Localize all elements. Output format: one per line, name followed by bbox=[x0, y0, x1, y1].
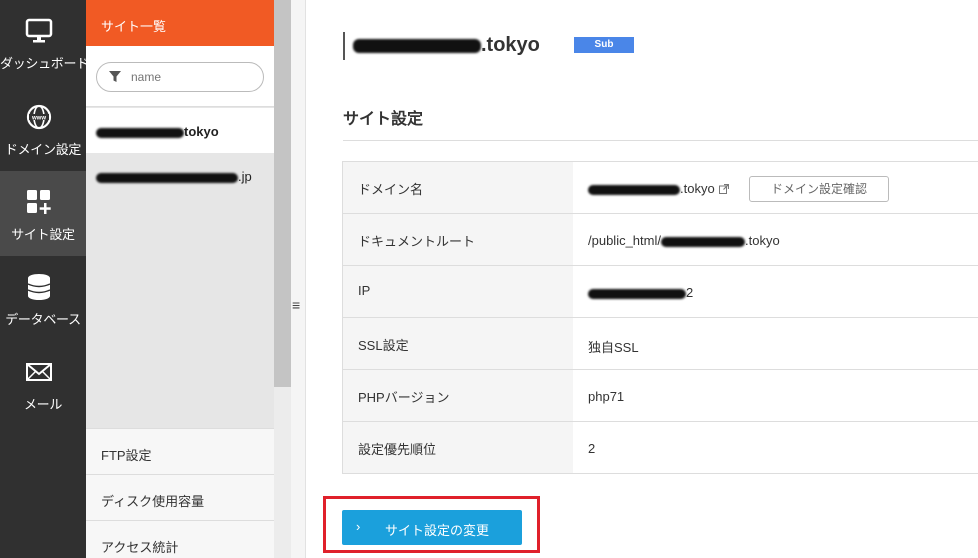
table-row: SSL設定 独自SSL bbox=[342, 318, 978, 370]
site-item-label: .jp bbox=[238, 169, 252, 184]
change-site-settings-button[interactable]: › サイト設定の変更 bbox=[342, 510, 522, 545]
nav-label: ダッシュボード bbox=[0, 56, 89, 71]
envelope-icon bbox=[26, 363, 52, 381]
nav-label: ドメイン設定 bbox=[4, 142, 82, 157]
row-key: ドキュメントルート bbox=[342, 214, 573, 265]
domain-settings-confirm-button[interactable]: ドメイン設定確認 bbox=[749, 176, 889, 202]
site-search-box[interactable] bbox=[96, 62, 264, 92]
nav-item-site-settings[interactable]: サイト設定 bbox=[0, 171, 86, 256]
ip-value: 2 bbox=[686, 285, 694, 300]
grid-plus-icon bbox=[27, 190, 51, 214]
site-search-area bbox=[86, 46, 274, 107]
nav-label: サイト設定 bbox=[11, 227, 75, 242]
row-key: PHPバージョン bbox=[342, 370, 573, 421]
database-icon bbox=[27, 274, 51, 300]
document-root-prefix: /public_html/ bbox=[588, 233, 661, 248]
row-value: .tokyo ドメイン設定確認 bbox=[573, 162, 978, 213]
monitor-icon bbox=[25, 18, 53, 43]
redacted-text bbox=[96, 172, 238, 183]
globe-icon: www bbox=[26, 104, 52, 130]
scrollbar-thumb[interactable] bbox=[274, 0, 291, 387]
section-divider bbox=[343, 140, 978, 141]
row-key: SSL設定 bbox=[342, 318, 573, 369]
redacted-text bbox=[96, 127, 184, 138]
nav-item-database[interactable]: データベース bbox=[0, 256, 86, 341]
section-title: サイト設定 bbox=[343, 111, 424, 128]
redacted-text bbox=[353, 38, 481, 53]
table-row: IP 2 bbox=[342, 266, 978, 318]
row-key: IP bbox=[342, 266, 573, 317]
nav-label: データベース bbox=[5, 312, 81, 327]
panel-splitter[interactable]: ≡ bbox=[291, 0, 306, 558]
svg-text:www: www bbox=[31, 116, 46, 122]
redacted-text bbox=[588, 184, 680, 195]
site-list-scrollbar[interactable] bbox=[274, 0, 291, 558]
submenu-item-ftp-settings[interactable]: FTP設定 bbox=[86, 428, 274, 474]
site-submenu: FTP設定 ディスク使用容量 アクセス統計 bbox=[86, 428, 274, 558]
site-list-panel: サイト一覧 tokyo .jp FTP設定 ディスク使用容量 アクセス統計 bbox=[86, 0, 274, 558]
change-site-settings-label: サイト設定の変更 bbox=[385, 523, 490, 538]
redacted-text bbox=[588, 288, 686, 299]
nav-item-mail[interactable]: メール bbox=[0, 341, 86, 426]
nav-item-dashboard[interactable]: ダッシュボード bbox=[0, 0, 89, 85]
redacted-text bbox=[660, 236, 745, 247]
document-root-suffix: .tokyo bbox=[744, 233, 780, 248]
site-item[interactable]: tokyo bbox=[86, 108, 274, 153]
domain-name-value: .tokyo bbox=[680, 181, 715, 196]
site-settings-table: ドメイン名 .tokyo ドメイン設定確認 ドキュメントルート /public_… bbox=[342, 161, 978, 474]
submenu-item-access-stats[interactable]: アクセス統計 bbox=[86, 520, 274, 558]
sub-badge: Sub bbox=[574, 37, 634, 53]
row-key: 設定優先順位 bbox=[342, 422, 573, 473]
row-value: 2 bbox=[573, 266, 978, 317]
page-title: .tokyo bbox=[343, 32, 540, 60]
chevron-right-icon: › bbox=[356, 519, 361, 534]
external-link-icon[interactable] bbox=[718, 184, 729, 194]
site-search-input[interactable] bbox=[131, 69, 251, 85]
row-value: /public_html/ .tokyo bbox=[573, 214, 978, 265]
main-nav: ダッシュボード www ドメイン設定 サイト設定 データベース メール bbox=[0, 0, 89, 558]
table-row: ドキュメントルート /public_html/ .tokyo bbox=[342, 214, 978, 266]
site-item-label: tokyo bbox=[184, 124, 219, 139]
submenu-item-disk-usage[interactable]: ディスク使用容量 bbox=[86, 474, 274, 520]
nav-label: メール bbox=[23, 397, 63, 412]
ssl-value: 独自SSL bbox=[588, 340, 639, 355]
site-item[interactable]: .jp bbox=[86, 153, 274, 198]
table-row: 設定優先順位 2 bbox=[342, 422, 978, 474]
page-title-suffix: .tokyo bbox=[481, 34, 540, 56]
filter-icon bbox=[109, 71, 121, 82]
row-key: ドメイン名 bbox=[342, 162, 573, 213]
main-content: .tokyo Sub サイト設定 ドメイン名 .tokyo ドメイン設定確認 ド… bbox=[307, 0, 978, 558]
nav-item-domain-settings[interactable]: www ドメイン設定 bbox=[0, 86, 86, 171]
table-row: PHPバージョン php71 bbox=[342, 370, 978, 422]
php-version-value: php71 bbox=[588, 389, 625, 404]
hamburger-icon[interactable]: ≡ bbox=[292, 297, 300, 313]
table-row: ドメイン名 .tokyo ドメイン設定確認 bbox=[342, 162, 978, 214]
site-list-header: サイト一覧 bbox=[86, 0, 274, 46]
priority-value: 2 bbox=[588, 441, 596, 456]
